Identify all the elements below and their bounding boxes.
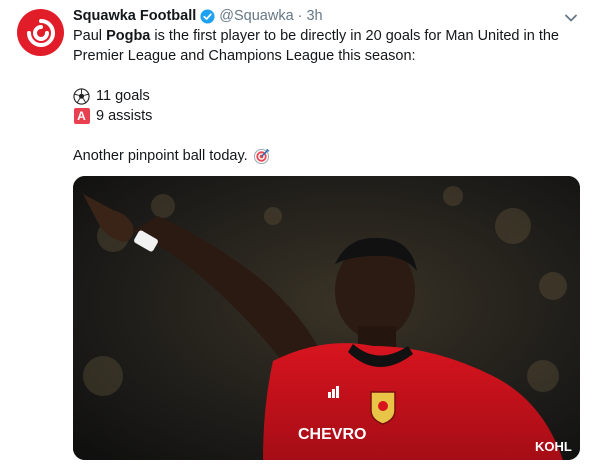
direct-hit-icon [253,148,270,165]
intro-prefix: Paul [73,28,107,44]
letter-a-icon: A [73,108,90,125]
sleeve-sponsor-text: KOHL [535,439,572,454]
separator-dot: · [297,8,303,24]
avatar[interactable] [17,9,64,56]
verified-badge-icon [200,8,215,24]
author-name[interactable]: Squawka Football [73,6,196,26]
assists-text: 9 assists [96,108,153,124]
closing-text: Another pinpoint ball today. [73,148,248,164]
goals-text: 11 goals [96,88,150,104]
tweet-time[interactable]: 3h [306,6,322,26]
closing-line: Another pinpoint ball today. [73,146,578,166]
tweet-body: Paul Pogba is the first player to be dir… [73,26,578,166]
assists-line: A 9 assists [73,106,578,126]
author-handle[interactable]: @Squawka [219,6,293,26]
squawka-logo-icon [26,18,55,47]
tweet-intro: Paul Pogba is the first player to be dir… [73,26,578,66]
tweet-header: Squawka Football @Squawka · 3h [73,6,323,26]
intro-bold-name: Pogba [106,28,151,44]
tweet-media-image[interactable]: CHEVRO KOHL [73,176,580,460]
goals-line: 11 goals [73,86,578,106]
sponsor-text: CHEVRO [298,426,366,443]
assists-badge: A [73,108,90,124]
soccer-ball-icon [73,87,90,105]
chevron-down-icon[interactable] [562,9,580,27]
